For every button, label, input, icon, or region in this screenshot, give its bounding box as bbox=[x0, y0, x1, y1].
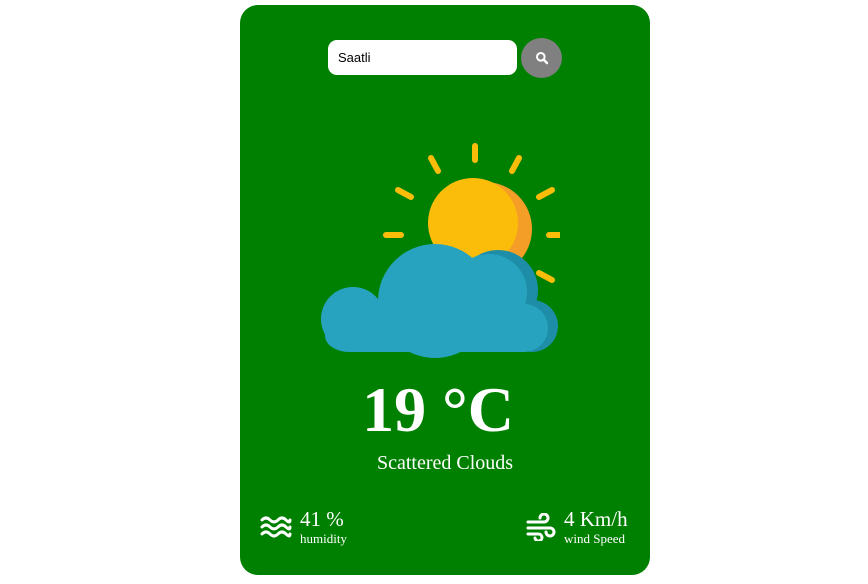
search-button[interactable] bbox=[521, 38, 562, 78]
weather-description: Scattered Clouds bbox=[376, 452, 514, 474]
city-search-input[interactable] bbox=[328, 40, 517, 75]
weather-card: 19 °C Scattered Clouds 41 % humidity 4 K… bbox=[240, 5, 650, 575]
humidity-waves-icon bbox=[260, 516, 292, 538]
wind-stat: 4 Km/h wind Speed bbox=[526, 507, 628, 547]
humidity-label: humidity bbox=[300, 531, 347, 546]
humidity-value: 41 % bbox=[300, 507, 344, 531]
sun-behind-cloud-icon bbox=[321, 143, 560, 358]
wind-speed-label: wind Speed bbox=[564, 531, 626, 546]
temperature: 19 °C bbox=[362, 374, 514, 445]
wind-speed-value: 4 Km/h bbox=[564, 507, 628, 531]
humidity-stat: 41 % humidity bbox=[260, 507, 347, 547]
search-icon bbox=[535, 52, 548, 65]
wind-icon bbox=[526, 513, 556, 541]
